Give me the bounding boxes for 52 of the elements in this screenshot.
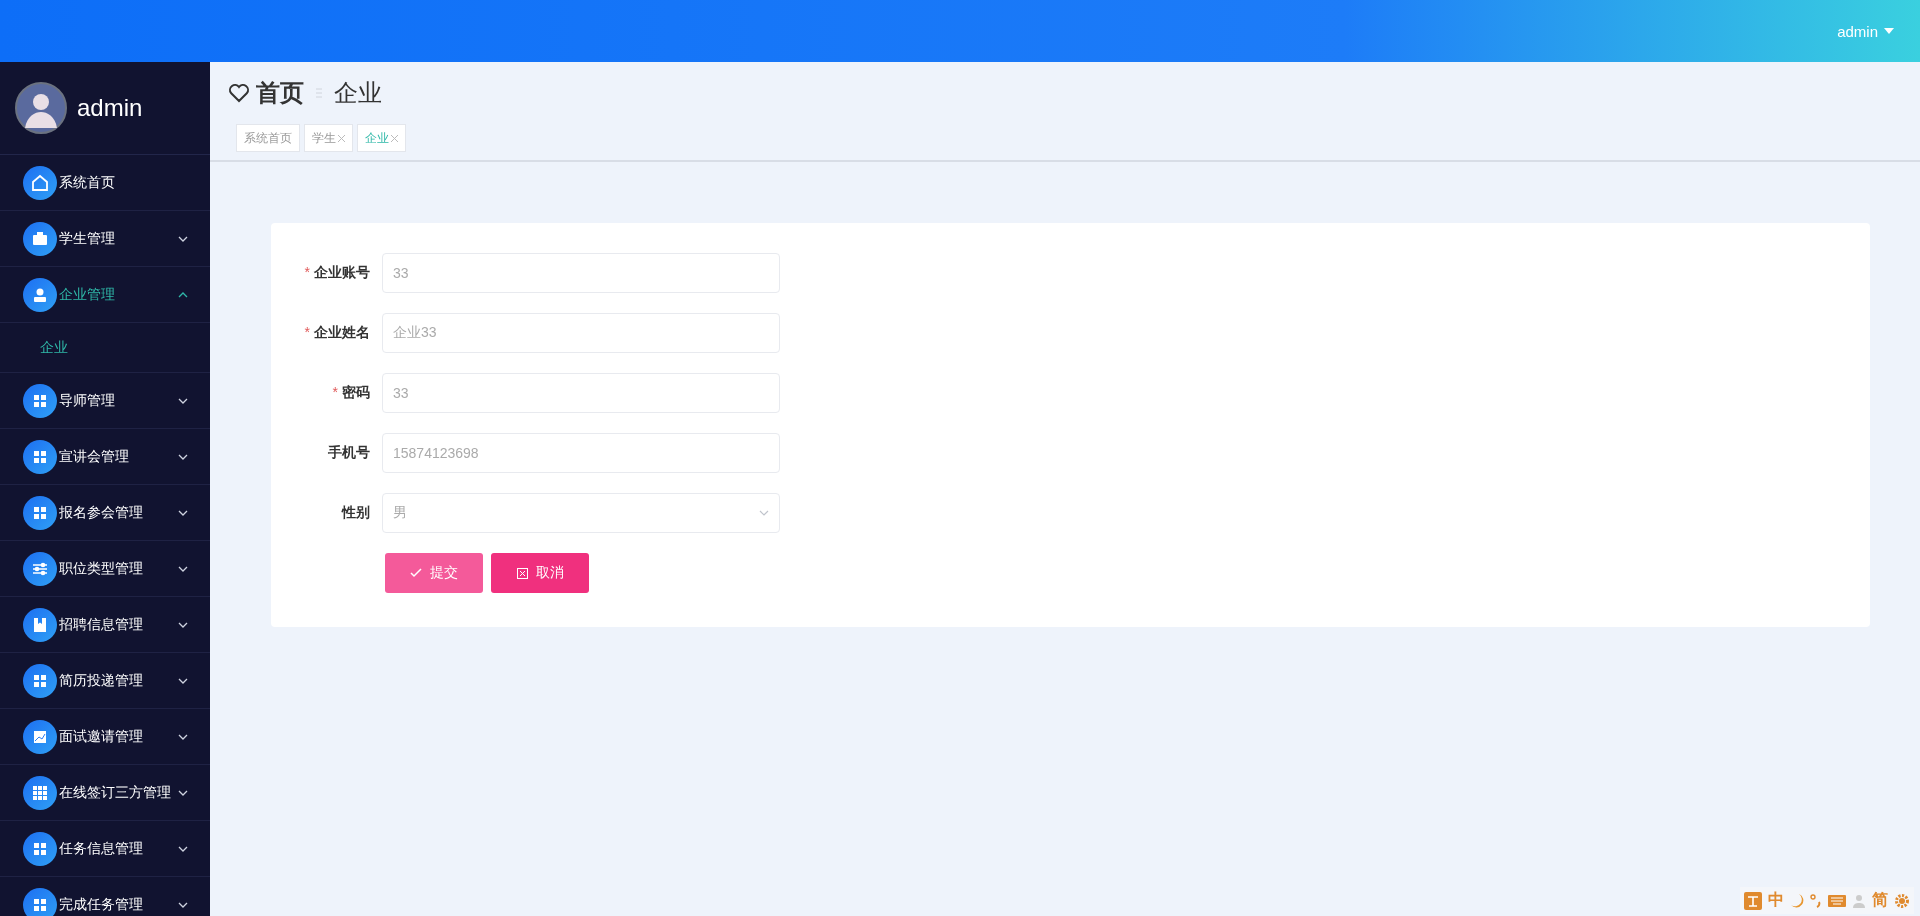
keyboard-icon[interactable] [1828, 894, 1846, 907]
close-icon[interactable] [391, 134, 398, 142]
menu-icon [23, 719, 57, 754]
menu-item[interactable]: 招聘信息管理 [0, 597, 210, 653]
close-icon [516, 567, 528, 579]
settings-icon[interactable] [1894, 892, 1910, 909]
field-label: 密码 [342, 384, 370, 400]
menu-item[interactable]: 系统首页 [0, 155, 210, 211]
person-icon[interactable] [1852, 893, 1866, 908]
required-mark: * [304, 324, 310, 340]
avatar [15, 82, 67, 134]
menu-item[interactable]: 学生管理 [0, 211, 210, 267]
user-name: admin [77, 94, 143, 122]
field-label: 手机号 [328, 444, 370, 460]
caret-icon [1884, 27, 1894, 35]
punctuation-icon[interactable] [1810, 892, 1822, 909]
menu-icon [23, 221, 57, 256]
menu-item[interactable]: 任务信息管理 [0, 821, 210, 877]
check-icon [410, 568, 422, 578]
breadcrumb-current: 企业 [334, 78, 382, 108]
menu-item[interactable]: 报名参会管理 [0, 485, 210, 541]
logo-icon[interactable] [1744, 891, 1762, 910]
menu-item[interactable]: 在线签订三方管理 [0, 765, 210, 821]
required-mark: * [332, 384, 338, 400]
menu-icon [23, 165, 57, 200]
menu-icon [23, 277, 57, 312]
field-label: 企业账号 [314, 264, 370, 280]
menu-icon [23, 887, 57, 916]
menu-icon [23, 383, 57, 418]
field-label: 性别 [342, 504, 370, 520]
moon-icon[interactable] [1790, 892, 1804, 909]
menu-icon [23, 663, 57, 698]
field-label: 企业姓名 [314, 324, 370, 340]
menu-item[interactable]: 完成任务管理 [0, 877, 210, 916]
menu-icon [23, 495, 57, 530]
menu-item[interactable]: 导师管理 [0, 373, 210, 429]
menu-icon [23, 439, 57, 474]
heart-icon [228, 83, 250, 103]
menu-item[interactable]: 企业管理 [0, 267, 210, 323]
cancel-button[interactable]: 取消 [491, 553, 589, 593]
close-icon[interactable] [338, 134, 345, 142]
required-mark: * [304, 264, 310, 280]
menu-icon [23, 607, 57, 642]
menu-icon [23, 831, 57, 866]
breadcrumb-link[interactable]: 首页 [256, 77, 304, 109]
menu-item[interactable]: 简历投递管理 [0, 653, 210, 709]
chevron-icon [759, 510, 769, 516]
menu-icon [23, 551, 57, 586]
menu-item[interactable]: 宣讲会管理 [0, 429, 210, 485]
menu-icon [23, 775, 57, 810]
menu-item[interactable]: 面试邀请管理 [0, 709, 210, 765]
menu-item[interactable]: 职位类型管理 [0, 541, 210, 597]
